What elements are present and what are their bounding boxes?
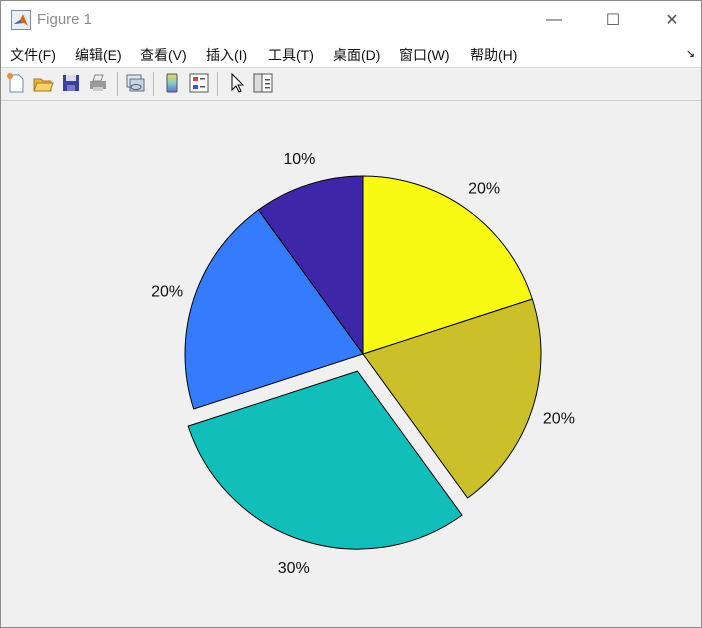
pointer-icon[interactable] xyxy=(226,72,248,94)
menu-insert[interactable]: 插入(I) xyxy=(206,45,247,65)
menu-window[interactable]: 窗口(W) xyxy=(399,45,450,65)
title-bar: Figure 1 — ☐ ✕ xyxy=(1,1,701,39)
toolbar-separator xyxy=(117,72,118,96)
dock-icon[interactable]: ↘ xyxy=(686,47,695,60)
slice-label: 10% xyxy=(283,151,315,168)
menu-file[interactable]: 文件(F) xyxy=(10,45,56,65)
slice-label: 30% xyxy=(278,560,310,577)
link-plot-icon[interactable] xyxy=(124,72,146,94)
menu-view[interactable]: 查看(V) xyxy=(140,45,187,65)
print-icon[interactable] xyxy=(87,72,109,94)
menu-bar: 文件(F) 编辑(E) 查看(V) 插入(I) 工具(T) 桌面(D) 窗口(W… xyxy=(1,39,701,68)
slice-label: 20% xyxy=(151,283,183,300)
menu-edit[interactable]: 编辑(E) xyxy=(75,45,122,65)
close-button[interactable]: ✕ xyxy=(649,5,695,35)
toolbar-separator xyxy=(217,72,218,96)
pie-chart: 10% 20% 30% 20% 20% xyxy=(151,151,575,577)
minimize-button[interactable]: — xyxy=(531,5,577,35)
window-title: Figure 1 xyxy=(37,11,93,28)
maximize-button[interactable]: ☐ xyxy=(590,5,636,35)
menu-help[interactable]: 帮助(H) xyxy=(470,45,517,65)
slice-label: 20% xyxy=(468,180,500,197)
property-editor-icon[interactable] xyxy=(252,72,274,94)
new-figure-icon[interactable] xyxy=(5,72,27,94)
colorbar-icon[interactable] xyxy=(161,72,183,94)
slice-label: 20% xyxy=(543,411,575,428)
menu-desktop[interactable]: 桌面(D) xyxy=(333,45,380,65)
toolbar-separator xyxy=(153,72,154,96)
legend-icon[interactable] xyxy=(188,72,210,94)
menu-tools[interactable]: 工具(T) xyxy=(268,45,314,65)
toolbar xyxy=(1,68,701,101)
matlab-logo-icon xyxy=(11,10,31,30)
save-icon[interactable] xyxy=(60,72,82,94)
open-file-icon[interactable] xyxy=(32,72,54,94)
